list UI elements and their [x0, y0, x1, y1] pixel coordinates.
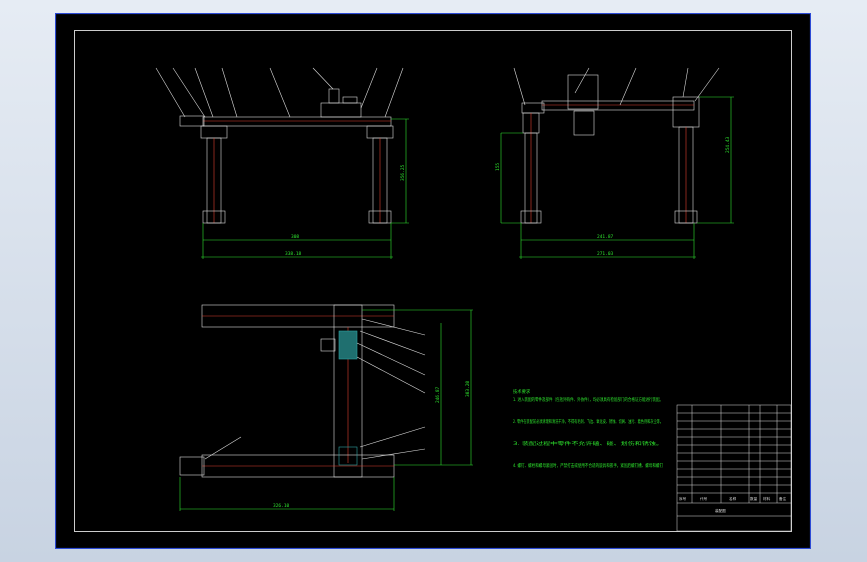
- front-view: [155, 67, 409, 259]
- note-4: 4. 螺钉、螺栓和螺母紧固时，严禁打击或使用不合适的旋具和扳手。紧固后螺钉槽、螺…: [513, 462, 664, 469]
- outer-frame: [55, 13, 811, 549]
- front-height-dim: 356.25: [400, 164, 406, 181]
- side-overall-dim: 271.03: [597, 251, 614, 257]
- header-qty: 数量: [750, 496, 758, 501]
- inner-frame: [74, 30, 792, 532]
- header-remark: 备注: [779, 496, 787, 501]
- header-name: 名称: [729, 496, 737, 501]
- note-3: 3. 装配过程中零件不允许磕、碰、划伤和锈蚀。: [513, 440, 663, 447]
- note-2: 2. 零件在装配前必须清理和清洗干净，不得有毛刺、飞边、氧化皮、锈蚀、切屑、油污…: [513, 418, 663, 425]
- cad-drawing: 308 338.18 356.25 241.87 271.03 155 254.…: [55, 13, 811, 549]
- note-1: 1. 进入装配的零件及部件（包括外购件、外协件），均必须具有检验部门的合格证方能…: [513, 396, 663, 403]
- drawing-sheet: 308 338.18 356.25 241.87 271.03 155 254.…: [55, 13, 811, 549]
- side-left-height-dim: 155: [495, 163, 501, 171]
- notes-heading: 技术要求: [513, 388, 531, 395]
- top-height-b-dim: 303.20: [465, 380, 471, 397]
- technical-requirements: 技术要求 1. 进入装配的零件及部件（包括外购件、外协件），均必须具有检验部门的…: [513, 388, 664, 469]
- title-block: [676, 404, 792, 532]
- drawing-title: 装配图: [715, 508, 726, 513]
- header-material: 材料: [763, 496, 771, 501]
- front-overall-dim: 338.18: [285, 251, 302, 257]
- side-span-dim: 241.87: [597, 234, 614, 240]
- top-view: [179, 304, 473, 511]
- top-width-dim: 326.10: [273, 503, 290, 509]
- front-span-dim: 308: [291, 234, 299, 240]
- header-seq: 序号: [679, 496, 687, 501]
- top-height-a-dim: 246.87: [435, 386, 441, 403]
- side-view: [500, 67, 734, 259]
- side-right-height-dim: 254.43: [725, 136, 731, 153]
- header-code: 代号: [700, 496, 708, 501]
